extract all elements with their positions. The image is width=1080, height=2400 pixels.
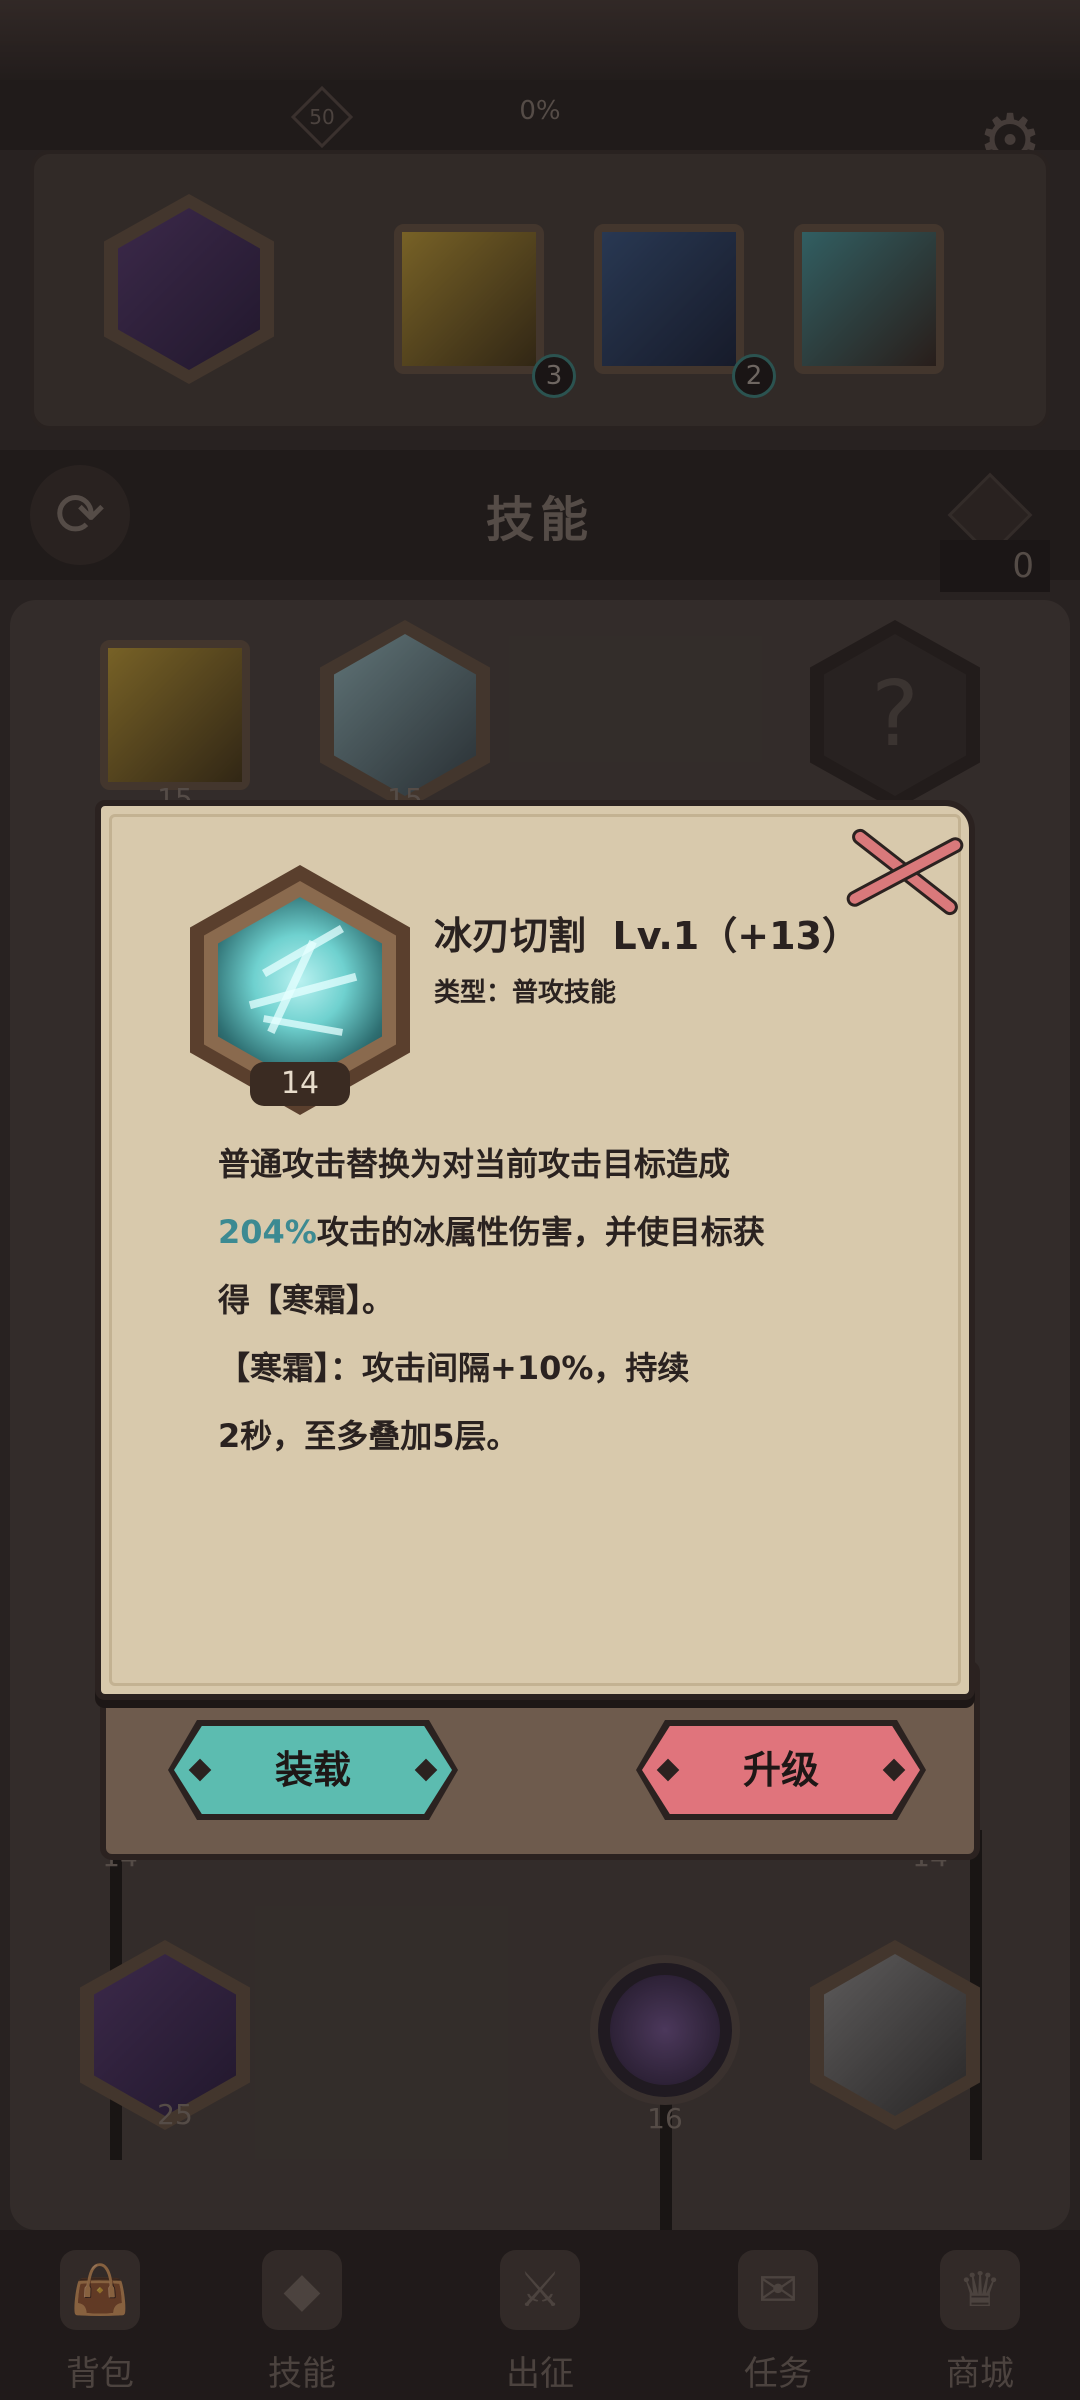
skill-type-label: 类型： [434,978,513,1008]
skill-type: 类型：普攻技能 [434,972,616,1009]
skill-title: 冰刃切割 Lv.1（+13） [434,905,860,960]
desc-line: 2秒，至多叠加5层。 [218,1417,519,1455]
damage-percent: 204% [218,1213,317,1251]
desc-line: 普通攻击替换为对当前攻击目标造成 [218,1145,731,1183]
skill-type-value: 普攻技能 [512,978,617,1008]
skill-level-badge: 14 [250,1062,350,1106]
skill-name: 冰刃切割 [434,914,587,958]
skill-level-text: Lv.1（+13） [612,914,860,958]
skill-description: 普通攻击替换为对当前攻击目标造成 204%攻击的冰属性伤害，并使目标获 得【寒霜… [218,1130,898,1470]
desc-line: 得【寒霜】。 [218,1281,395,1319]
equip-button-label: 装载 [274,1748,351,1792]
equip-button[interactable]: 装载 [168,1720,458,1820]
upgrade-button-label: 升级 [742,1748,819,1792]
desc-line: 【寒霜】：攻击间隔+10%，持续 [218,1349,690,1387]
upgrade-button[interactable]: 升级 [636,1720,926,1820]
desc-line: 204%攻击的冰属性伤害，并使目标获 [218,1198,898,1266]
desc-line-rest: 攻击的冰属性伤害，并使目标获 [316,1213,765,1251]
